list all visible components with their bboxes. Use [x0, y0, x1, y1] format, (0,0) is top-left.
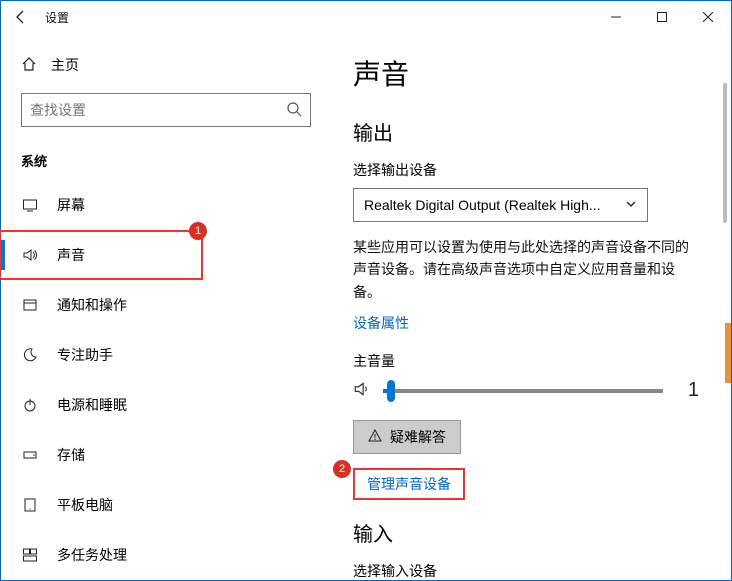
- titlebar: 设置: [1, 1, 731, 33]
- section-label: 系统: [1, 145, 331, 182]
- volume-label: 主音量: [353, 351, 699, 371]
- sidebar-item-label: 通知和操作: [57, 295, 127, 315]
- page-title: 声音: [353, 53, 699, 93]
- moon-icon: [21, 346, 39, 364]
- search-input[interactable]: [30, 102, 286, 118]
- arrow-left-icon: [13, 9, 29, 25]
- minimize-button[interactable]: [593, 1, 639, 33]
- annotation-badge-2: 2: [333, 460, 351, 478]
- main-panel: 声音 输出 选择输出设备 Realtek Digital Output (Rea…: [331, 33, 731, 580]
- close-button[interactable]: [685, 1, 731, 33]
- output-hint: 某些应用可以设置为使用与此处选择的声音设备不同的声音设备。请在高级声音选项中自定…: [353, 236, 699, 303]
- sidebar-item-label: 声音: [57, 245, 85, 265]
- sound-icon: [21, 246, 39, 264]
- sidebar-item-sound[interactable]: 声音: [1, 232, 201, 278]
- sidebar-item-display[interactable]: 屏幕: [1, 182, 201, 228]
- window-title: 设置: [45, 9, 69, 26]
- search-box[interactable]: [21, 93, 311, 127]
- sidebar-item-multitask[interactable]: 多任务处理: [1, 532, 201, 578]
- notifications-icon: [21, 296, 39, 314]
- sidebar-item-label: 平板电脑: [57, 495, 113, 515]
- home-icon: [21, 56, 37, 75]
- sidebar-item-tablet[interactable]: 平板电脑: [1, 482, 201, 528]
- storage-icon: [21, 446, 39, 464]
- dropdown-value: Realtek Digital Output (Realtek High...: [364, 197, 601, 213]
- input-heading: 输入: [353, 518, 699, 547]
- sidebar-item-label: 屏幕: [57, 195, 85, 215]
- manage-sound-devices-link[interactable]: 管理声音设备: [367, 474, 451, 494]
- maximize-button[interactable]: [639, 1, 685, 33]
- home-label: 主页: [51, 55, 79, 75]
- sidebar-item-label: 存储: [57, 445, 85, 465]
- volume-row: 1: [353, 379, 699, 402]
- sidebar-item-notifications[interactable]: 通知和操作: [1, 282, 201, 328]
- output-device-dropdown[interactable]: Realtek Digital Output (Realtek High...: [353, 188, 648, 222]
- slider-thumb[interactable]: [387, 380, 395, 402]
- device-properties-link[interactable]: 设备属性: [353, 313, 409, 333]
- close-icon: [703, 12, 713, 22]
- input-device-label: 选择输入设备: [353, 561, 699, 580]
- sidebar-item-power[interactable]: 电源和睡眠: [1, 382, 201, 428]
- sidebar-item-label: 专注助手: [57, 345, 113, 365]
- chevron-down-icon: [625, 197, 637, 213]
- orange-strip: [725, 323, 731, 383]
- warning-icon: [368, 429, 382, 446]
- speaker-icon[interactable]: [353, 380, 371, 401]
- sidebar-item-label: 电源和睡眠: [57, 395, 127, 415]
- volume-value: 1: [675, 379, 699, 402]
- power-icon: [21, 396, 39, 414]
- troubleshoot-label: 疑难解答: [390, 427, 446, 447]
- minimize-icon: [611, 12, 621, 22]
- sidebar: 主页 系统 屏幕 声音 1: [1, 33, 331, 580]
- output-heading: 输出: [353, 117, 699, 146]
- volume-slider[interactable]: [383, 389, 663, 393]
- tablet-icon: [21, 496, 39, 514]
- multitask-icon: [21, 546, 39, 564]
- window-controls: [593, 1, 731, 33]
- sidebar-item-label: 多任务处理: [57, 545, 127, 565]
- output-device-label: 选择输出设备: [353, 160, 699, 180]
- sidebar-item-storage[interactable]: 存储: [1, 432, 201, 478]
- display-icon: [21, 196, 39, 214]
- scrollbar[interactable]: [723, 83, 727, 223]
- sidebar-item-focus-assist[interactable]: 专注助手: [1, 332, 201, 378]
- maximize-icon: [657, 12, 667, 22]
- annotation-badge-1: 1: [189, 222, 207, 240]
- troubleshoot-button[interactable]: 疑难解答: [353, 420, 461, 454]
- search-icon: [286, 101, 302, 120]
- manage-devices-highlight: 2 管理声音设备: [353, 468, 465, 500]
- back-button[interactable]: [11, 7, 31, 27]
- home-link[interactable]: 主页: [1, 47, 331, 83]
